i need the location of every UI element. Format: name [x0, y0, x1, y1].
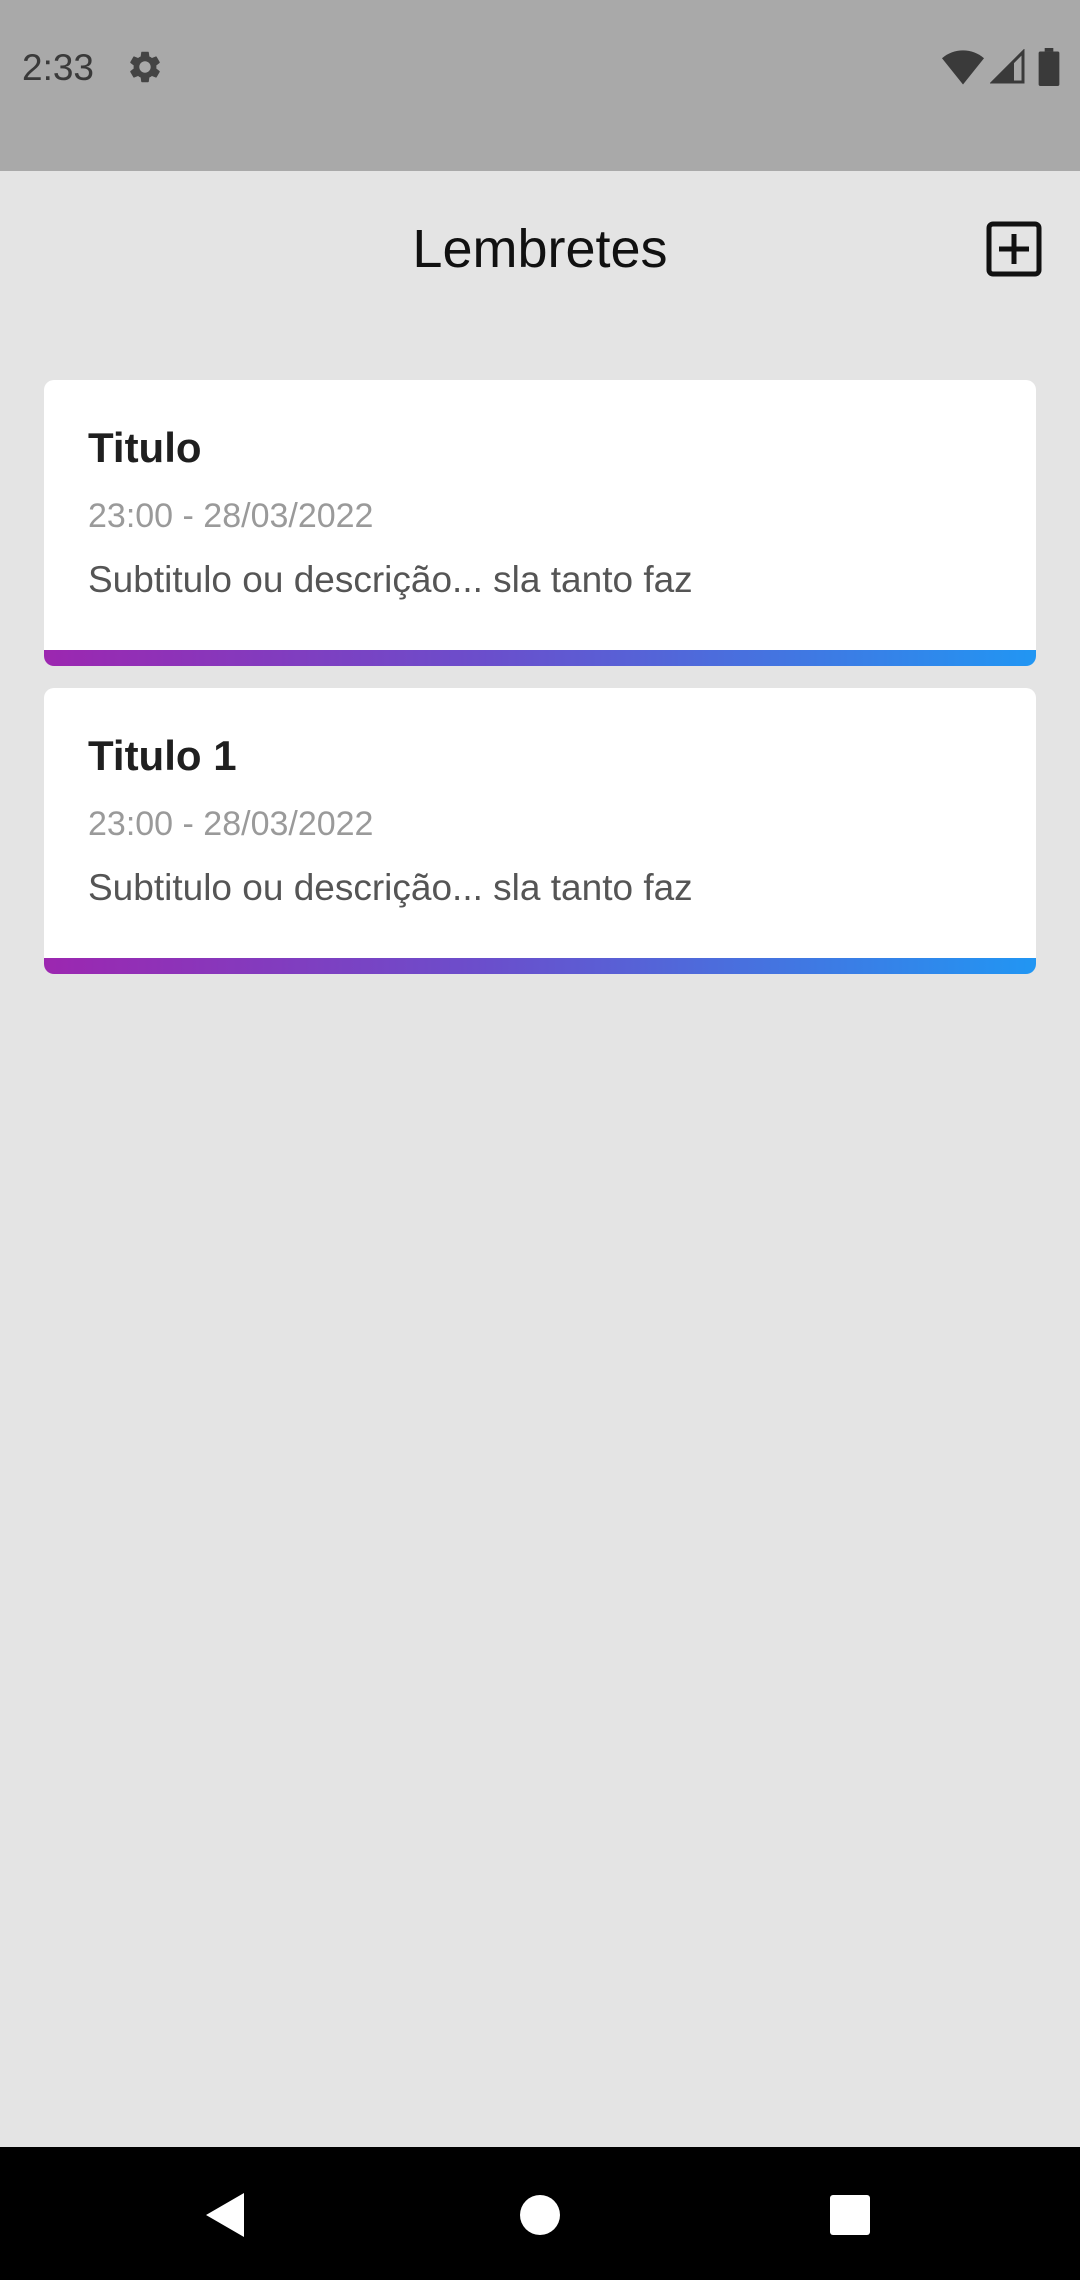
gear-icon — [126, 48, 164, 86]
reminder-title: Titulo — [88, 424, 202, 471]
reminder-accent-bar — [44, 958, 1036, 974]
home-button[interactable] — [500, 2175, 580, 2255]
reminder-list: Titulo 23:00 - 28/03/2022 Subtitulo ou d… — [44, 380, 1036, 996]
recents-button[interactable] — [810, 2175, 890, 2255]
page-title: Lembretes — [412, 219, 668, 279]
status-icons — [942, 48, 1060, 86]
reminder-accent-bar — [44, 650, 1036, 666]
plus-square-icon — [986, 221, 1042, 281]
status-time: 2:33 — [22, 47, 95, 88]
wifi-icon — [942, 49, 984, 85]
reminder-card[interactable]: Titulo 23:00 - 28/03/2022 Subtitulo ou d… — [44, 380, 1036, 666]
reminder-description: Subtitulo ou descrição... sla tanto faz — [88, 867, 693, 908]
home-icon — [500, 2195, 580, 2259]
reminder-time: 23:00 - 28/03/2022 — [88, 805, 374, 843]
reminder-time: 23:00 - 28/03/2022 — [88, 497, 374, 535]
cell-signal-icon — [990, 49, 1026, 85]
status-bar: 2:33 — [0, 0, 1080, 171]
battery-icon — [1038, 48, 1060, 86]
back-button[interactable] — [186, 2175, 266, 2255]
back-icon — [186, 2193, 266, 2259]
app-header: Lembretes — [0, 171, 1080, 331]
add-reminder-button[interactable] — [986, 221, 1042, 277]
reminder-card[interactable]: Titulo 1 23:00 - 28/03/2022 Subtitulo ou… — [44, 688, 1036, 974]
reminder-description: Subtitulo ou descrição... sla tanto faz — [88, 559, 693, 600]
navigation-bar — [0, 2147, 1080, 2280]
reminder-title: Titulo 1 — [88, 732, 237, 779]
recents-icon — [810, 2195, 890, 2259]
